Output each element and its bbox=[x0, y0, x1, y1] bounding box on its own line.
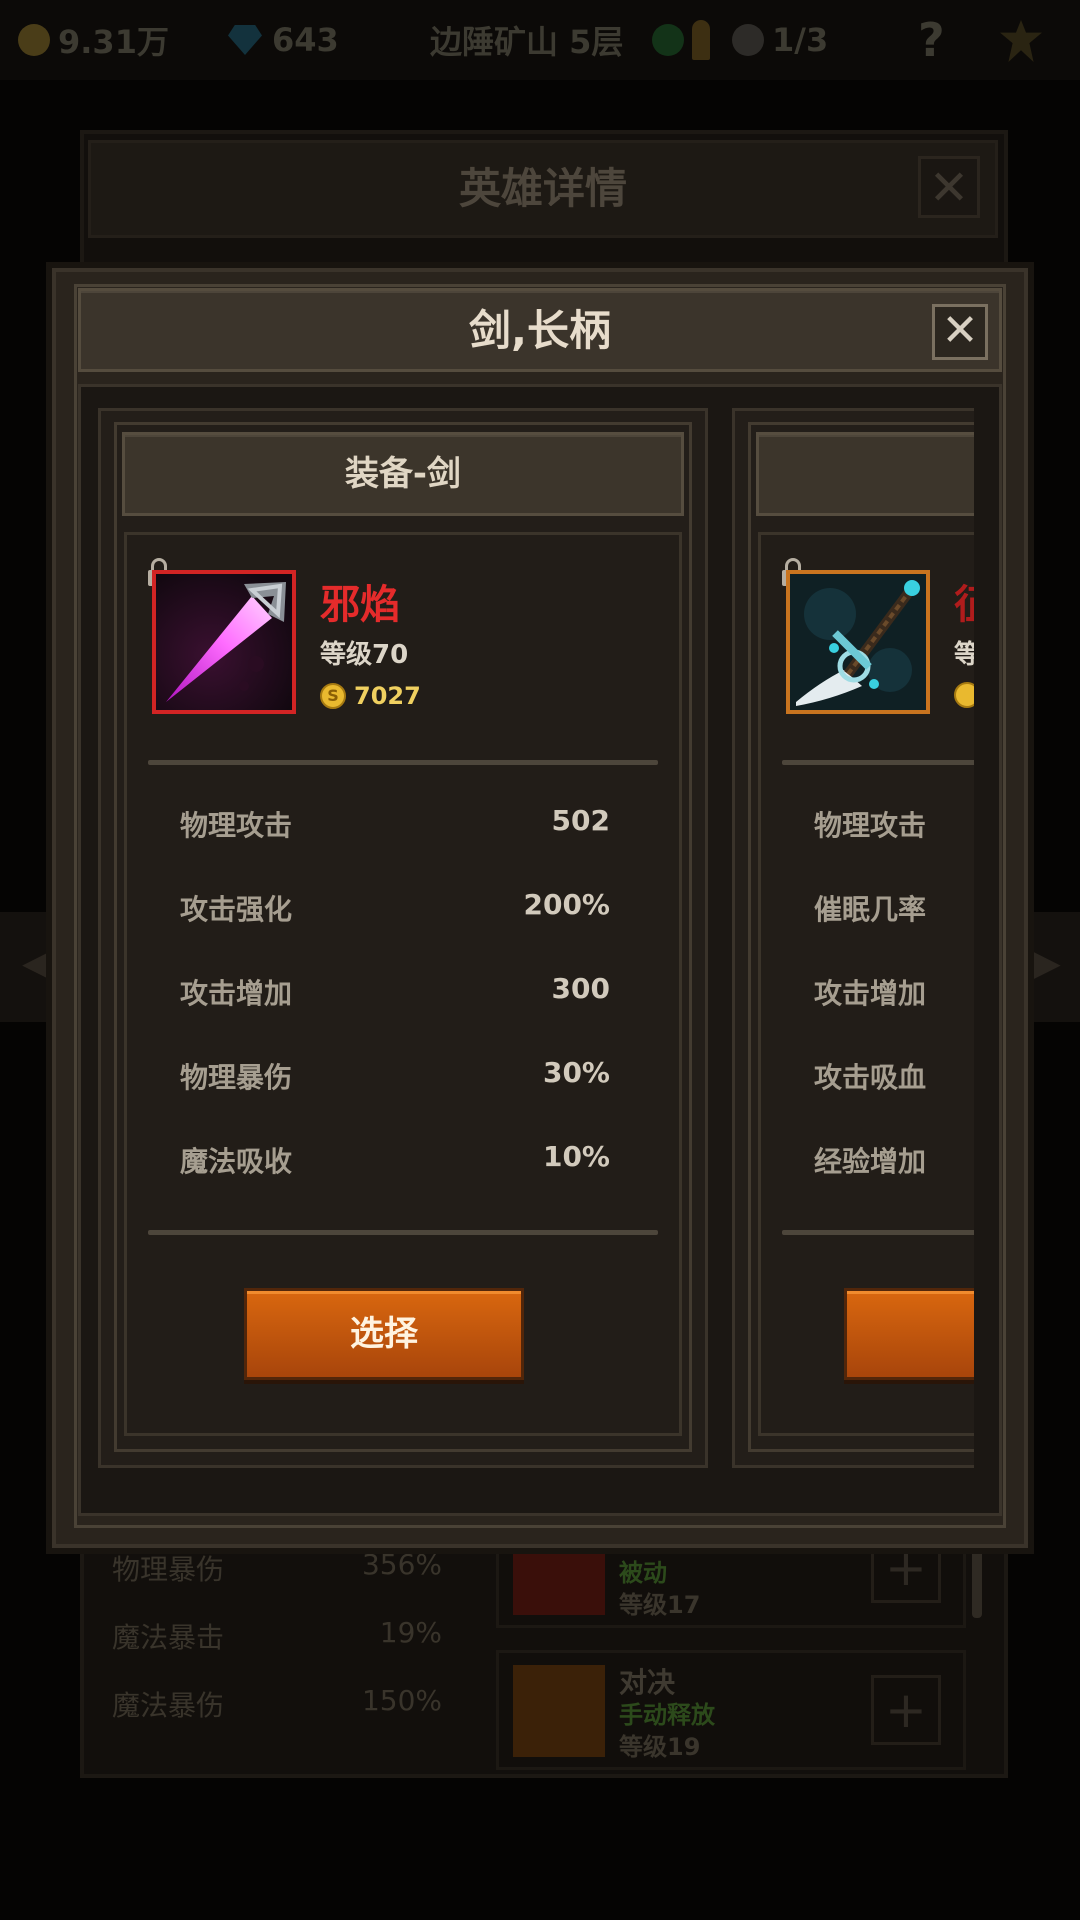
equipment-card: 装备-剑 邪焰 等级70 S 7027 物理攻击 502 攻击强化 200% 攻… bbox=[98, 408, 708, 1468]
select-button[interactable] bbox=[844, 1288, 974, 1380]
crossed-swords-icon bbox=[513, 1665, 605, 1757]
green-orb-icon bbox=[652, 24, 684, 56]
equipment-card: 征 等 物理攻击 催眠几率 攻击增加 攻击吸血 经验增加 bbox=[732, 408, 974, 1468]
skull-counter: 1/3 bbox=[732, 18, 828, 62]
item-stat-row: 魔法吸收 10% bbox=[180, 1140, 610, 1178]
item-price-value: 7027 bbox=[354, 682, 421, 710]
divider bbox=[148, 1230, 658, 1235]
item-icon-frame[interactable] bbox=[786, 570, 930, 714]
location-label: 边陲矿山 5层 bbox=[430, 23, 624, 61]
item-name: 征 bbox=[954, 572, 974, 630]
gold-counter: 9.31万 bbox=[18, 18, 169, 62]
key-icon bbox=[692, 20, 710, 60]
item-stat-label: 经验增加 bbox=[814, 1145, 927, 1178]
item-level: 等 bbox=[954, 640, 974, 670]
close-icon: ✕ bbox=[928, 160, 970, 216]
cyan-sword-icon bbox=[790, 574, 926, 710]
dialog-close-button[interactable]: ✕ bbox=[932, 304, 988, 360]
hero-details-titlebar: 英雄详情 bbox=[88, 140, 998, 238]
item-stat-row: 物理暴伤 30% bbox=[180, 1056, 610, 1094]
hero-stats-list: 物理暴伤 356% 魔法暴击 19% 魔法暴伤 150% bbox=[92, 1540, 472, 1760]
item-stat-row: 物理攻击 502 bbox=[180, 804, 610, 842]
skills-scrollbar[interactable] bbox=[972, 1548, 982, 1618]
skull-icon bbox=[732, 24, 764, 56]
select-button[interactable]: 选择 bbox=[244, 1288, 524, 1380]
hero-details-close-button[interactable]: ✕ bbox=[918, 156, 980, 218]
card-category-label: 装备-剑 bbox=[344, 454, 462, 494]
divider bbox=[782, 760, 974, 765]
item-stat-label: 攻击吸血 bbox=[814, 1061, 927, 1094]
item-level: 等级70 bbox=[320, 640, 409, 670]
item-stat-row: 攻击增加 300 bbox=[180, 972, 610, 1010]
help-button[interactable]: ? bbox=[918, 13, 945, 67]
chevron-right-icon: ▶ bbox=[1030, 940, 1061, 986]
item-stat-label: 物理攻击 bbox=[814, 809, 927, 842]
hero-stat-row: 魔法暴伤 150% bbox=[112, 1684, 442, 1722]
item-price bbox=[954, 682, 974, 708]
game-screen: 9.31万 643 边陲矿山 5层 1/3 ? 英雄详情 ✕ ◀ ▶ 物理暴伤 bbox=[0, 0, 1080, 1920]
item-icon-frame[interactable] bbox=[152, 570, 296, 714]
close-icon: ✕ bbox=[941, 305, 979, 356]
dialog-titlebar: 剑,长柄 bbox=[78, 288, 1002, 372]
gem-icon bbox=[228, 25, 262, 55]
item-stat-row: 攻击强化 200% bbox=[180, 888, 610, 926]
select-button-label: 选择 bbox=[350, 1314, 418, 1354]
card-header bbox=[756, 432, 974, 516]
divider bbox=[148, 760, 658, 765]
item-price: S 7027 bbox=[320, 682, 421, 710]
hero-details-title: 英雄详情 bbox=[458, 164, 627, 213]
card-header: 装备-剑 bbox=[122, 432, 684, 516]
gold-coin-icon bbox=[18, 24, 50, 56]
gem-counter: 643 bbox=[228, 18, 339, 62]
gold-coin-icon bbox=[954, 682, 974, 708]
add-skill-button[interactable]: + bbox=[871, 1675, 941, 1745]
item-stat-label: 攻击增加 bbox=[814, 977, 927, 1010]
divider bbox=[782, 1230, 974, 1235]
chevron-left-icon: ◀ bbox=[22, 940, 53, 986]
skill-slot[interactable]: 对决 手动释放 等级19 + bbox=[496, 1650, 966, 1770]
hero-stat-row: 魔法暴击 19% bbox=[112, 1616, 442, 1654]
equipment-carousel[interactable]: 装备-剑 邪焰 等级70 S 7027 物理攻击 502 攻击强化 200% 攻… bbox=[98, 408, 974, 1468]
gem-amount: 643 bbox=[272, 21, 339, 59]
gold-amount: 9.31万 bbox=[58, 23, 169, 61]
top-resource-bar: 9.31万 643 边陲矿山 5层 1/3 ? bbox=[0, 0, 1080, 80]
purple-blade-icon bbox=[156, 574, 292, 710]
skull-count: 1/3 bbox=[772, 21, 829, 59]
gold-coin-icon: S bbox=[320, 683, 346, 709]
settings-gear-icon[interactable] bbox=[1000, 20, 1042, 62]
dialog-title: 剑,长柄 bbox=[469, 306, 611, 355]
hero-stat-row: 物理暴伤 356% bbox=[112, 1548, 442, 1586]
item-name: 邪焰 bbox=[320, 582, 400, 628]
item-stat-label: 催眠几率 bbox=[814, 893, 927, 926]
